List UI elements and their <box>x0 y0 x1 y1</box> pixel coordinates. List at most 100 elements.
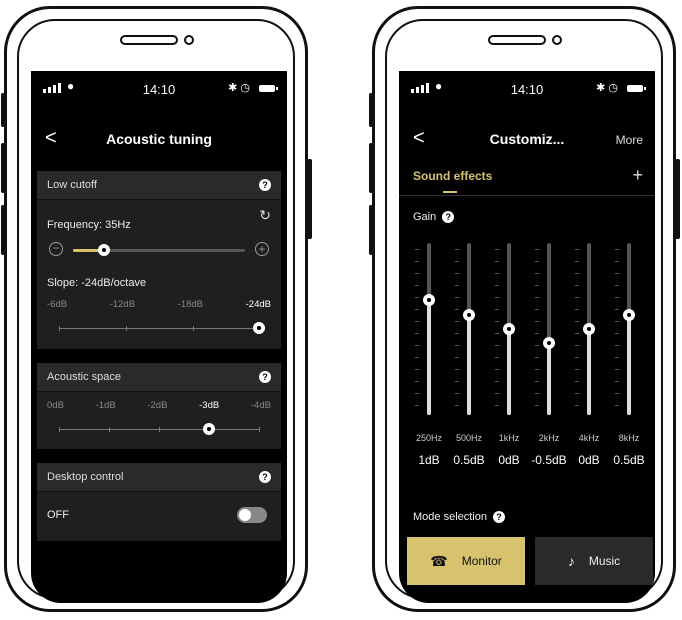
space-option[interactable]: -1dB <box>96 400 116 411</box>
eq-scale-dash <box>535 333 539 334</box>
help-icon[interactable]: ? <box>259 179 271 191</box>
eq-scale-dash <box>455 249 459 250</box>
slope-option[interactable]: -6dB <box>47 299 67 310</box>
eq-scale-dash <box>535 285 539 286</box>
help-icon[interactable]: ? <box>259 471 271 483</box>
eq-handle[interactable] <box>623 309 635 322</box>
side-button <box>1 143 6 193</box>
space-tick <box>109 427 110 432</box>
side-button <box>369 143 374 193</box>
eq-scale-dash <box>495 309 499 310</box>
eq-scale-dash <box>415 297 419 298</box>
eq-scale-dash <box>535 309 539 310</box>
eq-frequency-label: 250Hz <box>415 433 442 443</box>
eq-scale-dash <box>615 369 619 370</box>
speaker-grille <box>488 35 546 45</box>
eq-fill <box>627 315 631 415</box>
eq-scale-dash <box>535 273 539 274</box>
slope-label: Slope: -24dB/octave <box>47 277 147 289</box>
frequency-label: Frequency: 35Hz <box>47 219 131 231</box>
help-icon[interactable]: ? <box>259 371 271 383</box>
slope-option[interactable]: -12dB <box>110 299 135 310</box>
eq-scale-dash <box>495 273 499 274</box>
music-label: Music <box>588 554 621 568</box>
eq-scale-dash <box>455 273 459 274</box>
eq-fill <box>427 299 431 415</box>
reset-icon[interactable]: ↻ <box>259 207 271 224</box>
eq-scale-dash <box>415 285 419 286</box>
frequency-slider-handle[interactable] <box>97 244 110 256</box>
minus-icon[interactable]: − <box>49 242 63 256</box>
eq-scale-dash <box>575 297 579 298</box>
space-option-selected[interactable]: -3dB <box>199 400 219 411</box>
eq-scale-dash <box>535 369 539 370</box>
eq-scale-dash <box>455 393 459 394</box>
space-slider-handle[interactable] <box>203 423 215 435</box>
eq-handle[interactable] <box>503 323 515 335</box>
eq-scale-dash <box>575 381 579 382</box>
eq-scale-dash <box>615 333 619 334</box>
eq-scale-dash <box>415 357 419 358</box>
eq-scale-dash <box>415 249 419 250</box>
card-title: Low cutoff <box>47 179 97 191</box>
right-screen: ● 14:10 ✱◷ < Customiz... More Sound effe… <box>399 71 655 603</box>
eq-scale-dash <box>615 309 619 310</box>
eq-scale-dash <box>415 405 419 406</box>
equalizer: 250Hz 1dB 500Hz 0.5dB 1kHz 0dB 2kHz -0.5dB 4kHz 0… <box>399 71 655 491</box>
side-button <box>369 205 374 255</box>
space-option[interactable]: -4dB <box>251 400 271 411</box>
eq-scale-dash <box>535 393 539 394</box>
slope-slider-track[interactable] <box>59 328 259 329</box>
battery-icon <box>259 85 278 92</box>
side-button <box>1 205 6 255</box>
eq-scale-dash <box>455 333 459 334</box>
eq-scale-dash <box>575 405 579 406</box>
slope-slider-handle[interactable] <box>253 322 265 334</box>
eq-gain-value: 0.5dB <box>453 453 485 467</box>
slope-tick <box>59 326 60 331</box>
eq-scale-dash <box>455 405 459 406</box>
right-phone-frame: ● 14:10 ✱◷ < Customiz... More Sound effe… <box>369 6 680 612</box>
help-icon[interactable]: ? <box>493 511 505 523</box>
eq-fill <box>467 315 471 415</box>
eq-scale-dash <box>455 369 459 370</box>
eq-handle[interactable] <box>423 293 435 306</box>
eq-scale-dash <box>415 369 419 370</box>
card-header: Desktop control ? <box>37 463 281 492</box>
eq-handle[interactable] <box>543 336 555 349</box>
space-option[interactable]: -2dB <box>147 400 167 411</box>
monitor-mode-button[interactable]: ☎ Monitor <box>407 537 525 585</box>
slope-option-selected[interactable]: -24dB <box>246 299 271 310</box>
side-button <box>307 159 312 239</box>
monitor-label: Monitor <box>461 554 502 568</box>
eq-handle[interactable] <box>463 309 475 322</box>
eq-handle[interactable] <box>583 323 595 335</box>
slope-tick <box>193 326 194 331</box>
eq-fill <box>507 329 511 415</box>
space-option[interactable]: 0dB <box>47 400 64 411</box>
music-mode-button[interactable]: ♪ Music <box>535 537 653 585</box>
eq-fill <box>547 342 551 415</box>
acoustic-space-card: Acoustic space ? 0dB -1dB -2dB -3dB -4dB <box>37 363 281 449</box>
eq-scale-dash <box>495 369 499 370</box>
eq-gain-value: 0dB <box>498 453 520 467</box>
eq-frequency-label: 2kHz <box>538 433 560 443</box>
page-title: Acoustic tuning <box>106 131 212 147</box>
eq-scale-dash <box>415 345 419 346</box>
card-title: Acoustic space <box>47 371 121 383</box>
plus-icon[interactable]: + <box>255 242 269 256</box>
eq-scale-dash <box>575 321 579 322</box>
card-title: Desktop control <box>47 471 124 483</box>
eq-scale-dash <box>575 273 579 274</box>
space-tick <box>259 427 260 432</box>
eq-scale-dash <box>615 405 619 406</box>
desktop-control-card: Desktop control ? OFF <box>37 463 281 541</box>
eq-scale-dash <box>535 261 539 262</box>
eq-scale-dash <box>495 381 499 382</box>
eq-scale-dash <box>535 249 539 250</box>
eq-scale-dash <box>535 381 539 382</box>
side-button <box>1 93 6 127</box>
slope-option[interactable]: -18dB <box>178 299 203 310</box>
eq-scale-dash <box>415 273 419 274</box>
desktop-control-toggle[interactable] <box>237 507 267 523</box>
